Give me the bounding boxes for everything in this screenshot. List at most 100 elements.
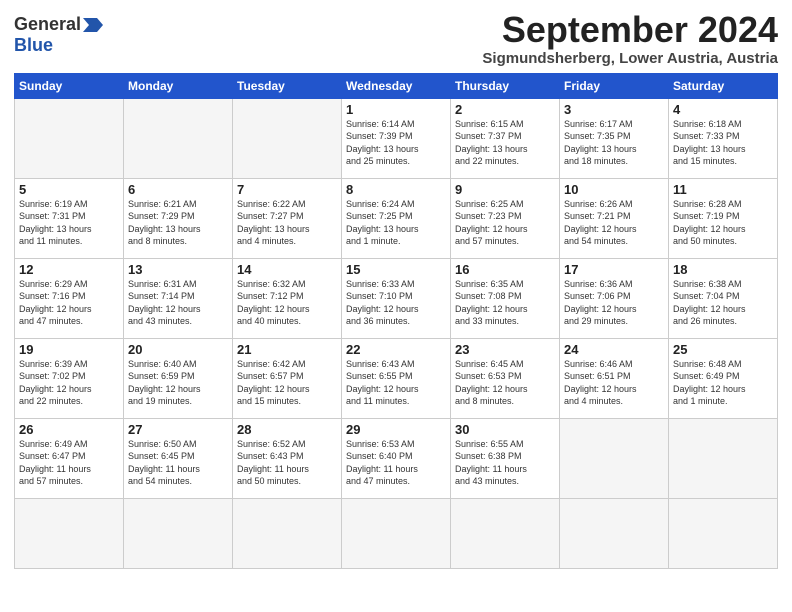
- table-row: [124, 498, 233, 568]
- day-info: Sunrise: 6:39 AM Sunset: 7:02 PM Dayligh…: [19, 358, 119, 408]
- day-info: Sunrise: 6:24 AM Sunset: 7:25 PM Dayligh…: [346, 198, 446, 248]
- calendar-container: General Blue September 2024 Sigmundsherb…: [0, 0, 792, 577]
- table-row: 4Sunrise: 6:18 AM Sunset: 7:33 PM Daylig…: [669, 98, 778, 178]
- table-row: 2Sunrise: 6:15 AM Sunset: 7:37 PM Daylig…: [451, 98, 560, 178]
- day-info: Sunrise: 6:29 AM Sunset: 7:16 PM Dayligh…: [19, 278, 119, 328]
- logo: General Blue: [14, 14, 103, 56]
- calendar-row-4: 26Sunrise: 6:49 AM Sunset: 6:47 PM Dayli…: [15, 418, 778, 498]
- day-number: 17: [564, 262, 664, 277]
- calendar-row-3: 19Sunrise: 6:39 AM Sunset: 7:02 PM Dayli…: [15, 338, 778, 418]
- day-info: Sunrise: 6:46 AM Sunset: 6:51 PM Dayligh…: [564, 358, 664, 408]
- day-number: 14: [237, 262, 337, 277]
- table-row: [451, 498, 560, 568]
- table-row: 3Sunrise: 6:17 AM Sunset: 7:35 PM Daylig…: [560, 98, 669, 178]
- day-number: 9: [455, 182, 555, 197]
- day-info: Sunrise: 6:43 AM Sunset: 6:55 PM Dayligh…: [346, 358, 446, 408]
- day-number: 5: [19, 182, 119, 197]
- col-tuesday: Tuesday: [233, 73, 342, 98]
- table-row: 12Sunrise: 6:29 AM Sunset: 7:16 PM Dayli…: [15, 258, 124, 338]
- day-info: Sunrise: 6:28 AM Sunset: 7:19 PM Dayligh…: [673, 198, 773, 248]
- day-info: Sunrise: 6:17 AM Sunset: 7:35 PM Dayligh…: [564, 118, 664, 168]
- table-row: [342, 498, 451, 568]
- table-row: 21Sunrise: 6:42 AM Sunset: 6:57 PM Dayli…: [233, 338, 342, 418]
- calendar-row-0: 1Sunrise: 6:14 AM Sunset: 7:39 PM Daylig…: [15, 98, 778, 178]
- day-number: 30: [455, 422, 555, 437]
- day-info: Sunrise: 6:49 AM Sunset: 6:47 PM Dayligh…: [19, 438, 119, 488]
- day-info: Sunrise: 6:18 AM Sunset: 7:33 PM Dayligh…: [673, 118, 773, 168]
- table-row: 8Sunrise: 6:24 AM Sunset: 7:25 PM Daylig…: [342, 178, 451, 258]
- day-info: Sunrise: 6:55 AM Sunset: 6:38 PM Dayligh…: [455, 438, 555, 488]
- table-row: 19Sunrise: 6:39 AM Sunset: 7:02 PM Dayli…: [15, 338, 124, 418]
- table-row: [233, 498, 342, 568]
- table-row: 1Sunrise: 6:14 AM Sunset: 7:39 PM Daylig…: [342, 98, 451, 178]
- table-row: 10Sunrise: 6:26 AM Sunset: 7:21 PM Dayli…: [560, 178, 669, 258]
- table-row: 20Sunrise: 6:40 AM Sunset: 6:59 PM Dayli…: [124, 338, 233, 418]
- title-area: September 2024 Sigmundsherberg, Lower Au…: [482, 10, 778, 67]
- table-row: 29Sunrise: 6:53 AM Sunset: 6:40 PM Dayli…: [342, 418, 451, 498]
- day-number: 26: [19, 422, 119, 437]
- day-info: Sunrise: 6:19 AM Sunset: 7:31 PM Dayligh…: [19, 198, 119, 248]
- col-monday: Monday: [124, 73, 233, 98]
- day-number: 10: [564, 182, 664, 197]
- day-info: Sunrise: 6:32 AM Sunset: 7:12 PM Dayligh…: [237, 278, 337, 328]
- day-number: 16: [455, 262, 555, 277]
- col-thursday: Thursday: [451, 73, 560, 98]
- day-info: Sunrise: 6:14 AM Sunset: 7:39 PM Dayligh…: [346, 118, 446, 168]
- table-row: [560, 498, 669, 568]
- day-number: 15: [346, 262, 446, 277]
- day-info: Sunrise: 6:40 AM Sunset: 6:59 PM Dayligh…: [128, 358, 228, 408]
- table-row: 18Sunrise: 6:38 AM Sunset: 7:04 PM Dayli…: [669, 258, 778, 338]
- table-row: 27Sunrise: 6:50 AM Sunset: 6:45 PM Dayli…: [124, 418, 233, 498]
- day-number: 12: [19, 262, 119, 277]
- day-number: 2: [455, 102, 555, 117]
- day-number: 20: [128, 342, 228, 357]
- day-number: 1: [346, 102, 446, 117]
- table-row: [15, 98, 124, 178]
- day-number: 6: [128, 182, 228, 197]
- day-number: 3: [564, 102, 664, 117]
- table-row: [233, 98, 342, 178]
- table-row: 15Sunrise: 6:33 AM Sunset: 7:10 PM Dayli…: [342, 258, 451, 338]
- calendar-row-2: 12Sunrise: 6:29 AM Sunset: 7:16 PM Dayli…: [15, 258, 778, 338]
- day-info: Sunrise: 6:45 AM Sunset: 6:53 PM Dayligh…: [455, 358, 555, 408]
- day-info: Sunrise: 6:22 AM Sunset: 7:27 PM Dayligh…: [237, 198, 337, 248]
- day-info: Sunrise: 6:25 AM Sunset: 7:23 PM Dayligh…: [455, 198, 555, 248]
- table-row: [560, 418, 669, 498]
- day-number: 19: [19, 342, 119, 357]
- day-number: 24: [564, 342, 664, 357]
- day-number: 7: [237, 182, 337, 197]
- logo-general-text: General: [14, 14, 81, 35]
- day-number: 8: [346, 182, 446, 197]
- day-info: Sunrise: 6:15 AM Sunset: 7:37 PM Dayligh…: [455, 118, 555, 168]
- day-number: 27: [128, 422, 228, 437]
- table-row: 13Sunrise: 6:31 AM Sunset: 7:14 PM Dayli…: [124, 258, 233, 338]
- calendar-header-row: Sunday Monday Tuesday Wednesday Thursday…: [15, 73, 778, 98]
- day-info: Sunrise: 6:53 AM Sunset: 6:40 PM Dayligh…: [346, 438, 446, 488]
- calendar-row-1: 5Sunrise: 6:19 AM Sunset: 7:31 PM Daylig…: [15, 178, 778, 258]
- table-row: 9Sunrise: 6:25 AM Sunset: 7:23 PM Daylig…: [451, 178, 560, 258]
- table-row: 17Sunrise: 6:36 AM Sunset: 7:06 PM Dayli…: [560, 258, 669, 338]
- day-info: Sunrise: 6:50 AM Sunset: 6:45 PM Dayligh…: [128, 438, 228, 488]
- table-row: 16Sunrise: 6:35 AM Sunset: 7:08 PM Dayli…: [451, 258, 560, 338]
- day-number: 13: [128, 262, 228, 277]
- col-sunday: Sunday: [15, 73, 124, 98]
- header: General Blue September 2024 Sigmundsherb…: [14, 10, 778, 67]
- col-friday: Friday: [560, 73, 669, 98]
- table-row: 6Sunrise: 6:21 AM Sunset: 7:29 PM Daylig…: [124, 178, 233, 258]
- table-row: 23Sunrise: 6:45 AM Sunset: 6:53 PM Dayli…: [451, 338, 560, 418]
- day-number: 23: [455, 342, 555, 357]
- day-info: Sunrise: 6:31 AM Sunset: 7:14 PM Dayligh…: [128, 278, 228, 328]
- day-number: 22: [346, 342, 446, 357]
- table-row: 28Sunrise: 6:52 AM Sunset: 6:43 PM Dayli…: [233, 418, 342, 498]
- table-row: 14Sunrise: 6:32 AM Sunset: 7:12 PM Dayli…: [233, 258, 342, 338]
- calendar-row-5: [15, 498, 778, 568]
- day-number: 4: [673, 102, 773, 117]
- calendar-table: Sunday Monday Tuesday Wednesday Thursday…: [14, 73, 778, 569]
- table-row: 25Sunrise: 6:48 AM Sunset: 6:49 PM Dayli…: [669, 338, 778, 418]
- day-info: Sunrise: 6:48 AM Sunset: 6:49 PM Dayligh…: [673, 358, 773, 408]
- day-info: Sunrise: 6:33 AM Sunset: 7:10 PM Dayligh…: [346, 278, 446, 328]
- month-title: September 2024: [482, 10, 778, 50]
- table-row: 22Sunrise: 6:43 AM Sunset: 6:55 PM Dayli…: [342, 338, 451, 418]
- logo-arrow-icon: [83, 18, 103, 32]
- day-number: 11: [673, 182, 773, 197]
